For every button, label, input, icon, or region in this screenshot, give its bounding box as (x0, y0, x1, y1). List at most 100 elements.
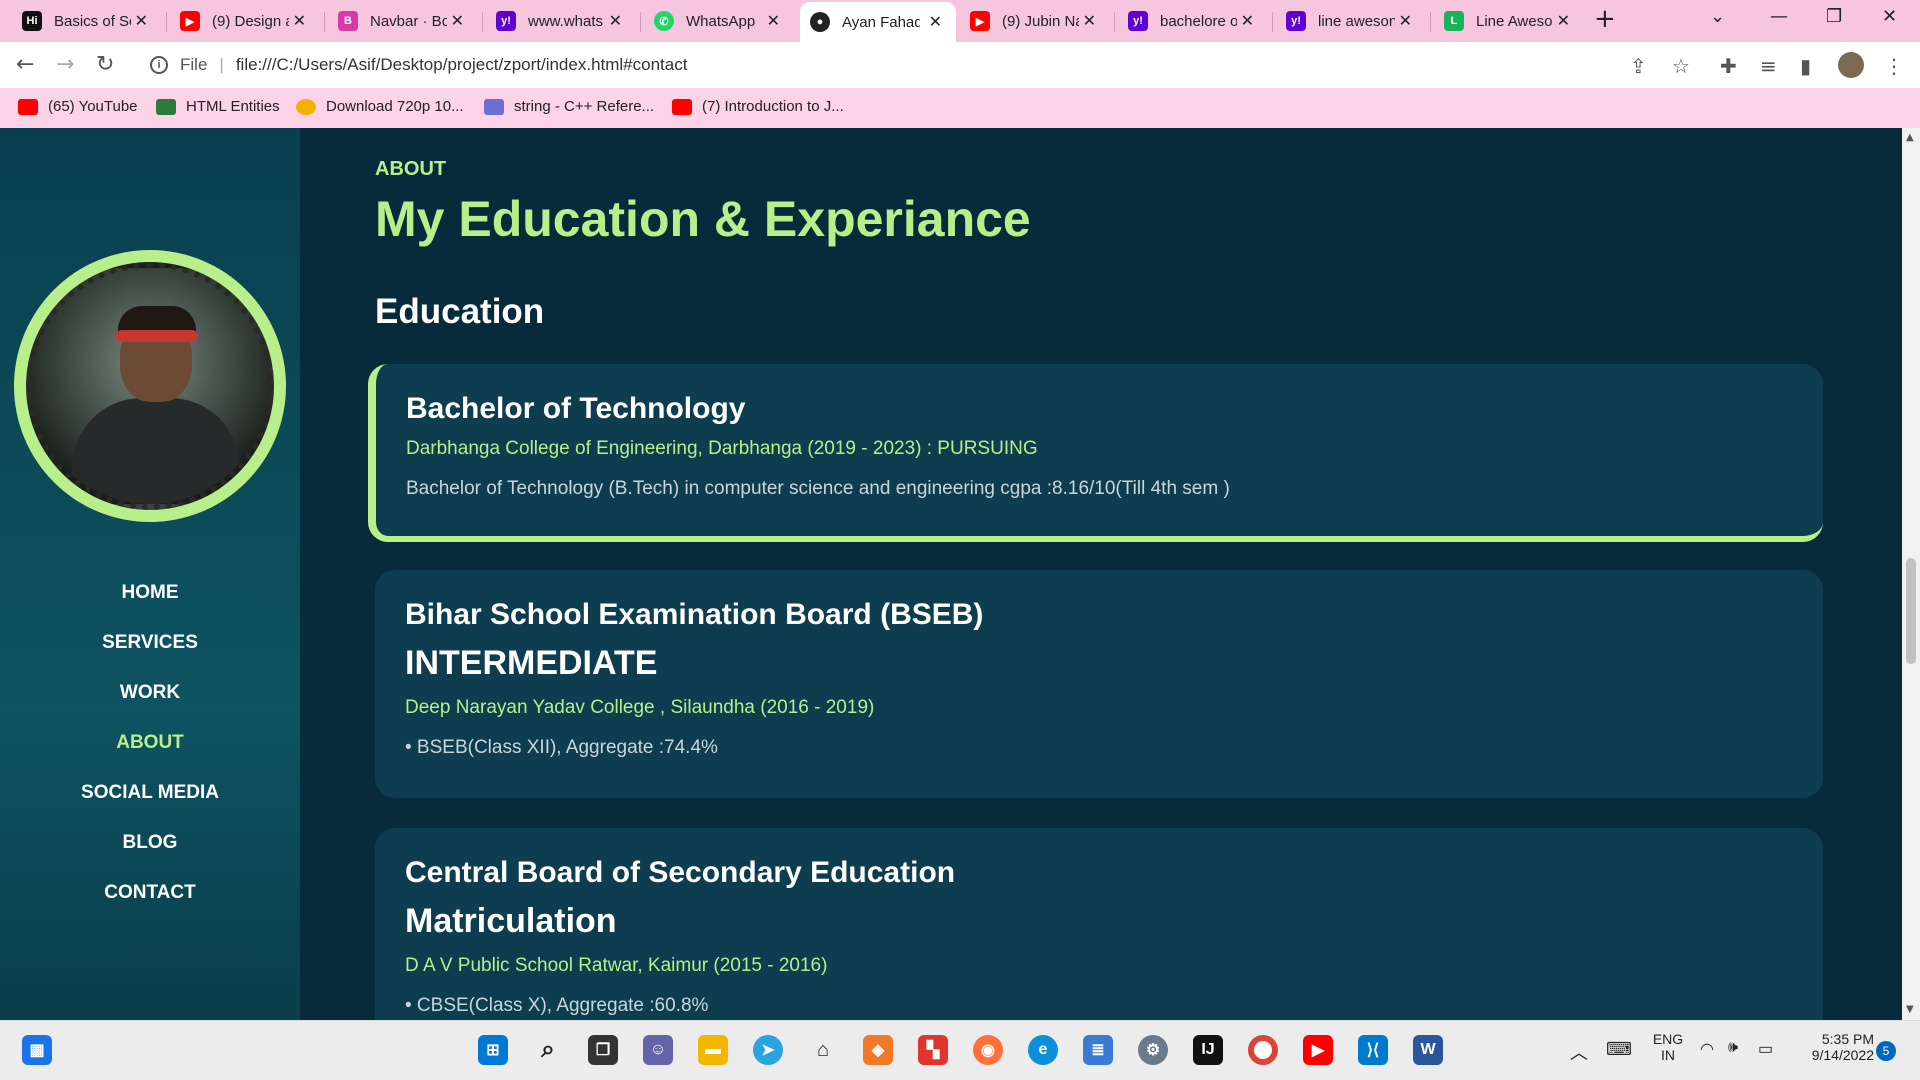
card-description: • BSEB(Class XII), Aggregate :74.4% (405, 737, 718, 758)
clock[interactable]: 5:35 PM 9/14/2022 (1794, 1031, 1874, 1063)
notepad-icon[interactable]: ≣ (1083, 1035, 1113, 1065)
back-arrow-icon[interactable]: ← (16, 52, 34, 77)
browser-tab-bar: Hi Basics of Se ✕ ▶ (9) Design a ✕ B Nav… (0, 0, 1920, 42)
app-colorful-icon[interactable]: ▚ (918, 1035, 948, 1065)
vscode-icon[interactable]: ⟩⟨ (1358, 1035, 1388, 1065)
input-language[interactable]: ENG IN (1648, 1031, 1688, 1063)
bookmark-download[interactable]: Download 720p 10... (296, 98, 464, 115)
address-bar[interactable]: i File | file:///C:/Users/Asif/Desktop/p… (138, 48, 1702, 82)
scrollbar-thumb[interactable] (1906, 558, 1916, 664)
tab-close-icon[interactable]: ✕ (131, 11, 152, 31)
tab-label: Navbar · Bo (370, 12, 447, 30)
settings-gear-icon[interactable]: ⚙ (1138, 1035, 1168, 1065)
restore-icon[interactable]: ❐ (1826, 6, 1842, 27)
tab-close-icon[interactable]: ✕ (1237, 11, 1258, 31)
forward-arrow-icon[interactable]: → (56, 52, 74, 77)
nav-contact[interactable]: CONTACT (0, 868, 300, 918)
whatsapp-icon: ✆ (654, 11, 674, 31)
battery-icon[interactable]: ▭ (1758, 1039, 1773, 1059)
bookmark-youtube[interactable]: (65) YouTube (18, 98, 138, 115)
media-queue-icon[interactable]: ≡ (1760, 54, 1777, 78)
notification-badge[interactable]: 5 (1876, 1041, 1896, 1061)
card-institution: D A V Public School Ratwar, Kaimur (2015… (405, 955, 828, 976)
scroll-down-icon[interactable]: ▼ (1906, 1004, 1914, 1015)
side-panel-icon[interactable]: ▮ (1800, 54, 1811, 78)
tab-close-icon[interactable]: ✕ (1395, 11, 1416, 31)
reload-icon[interactable]: ↻ (96, 52, 114, 77)
tab-line-awesome[interactable]: L Line Aweso ✕ (1434, 6, 1584, 36)
profile-photo (14, 250, 286, 522)
info-icon[interactable]: i (150, 56, 168, 74)
intellij-icon[interactable]: IJ (1193, 1035, 1223, 1065)
page-viewport: HOME SERVICES WORK ABOUT SOCIAL MEDIA BL… (0, 128, 1902, 1020)
nav-blog[interactable]: BLOG (0, 818, 300, 868)
tab-close-icon[interactable]: ✕ (289, 11, 310, 31)
tab-jubin[interactable]: ▶ (9) Jubin Na ✕ (960, 6, 1110, 36)
education-card-btech[interactable]: Bachelor of Technology Darbhanga College… (368, 364, 1823, 542)
volume-icon[interactable]: 🕪 (1728, 1039, 1738, 1057)
window-close-icon[interactable]: ✕ (1882, 6, 1897, 27)
menu-kebab-icon[interactable]: ⋮ (1884, 54, 1904, 78)
tab-close-icon[interactable]: ✕ (1079, 11, 1100, 31)
extensions-puzzle-icon[interactable]: ✚ (1720, 54, 1737, 78)
nav-services[interactable]: SERVICES (0, 618, 300, 668)
widgets-icon[interactable]: ▦ (22, 1035, 52, 1065)
show-hidden-icons-chevron-icon[interactable]: ︿ (1570, 1039, 1588, 1065)
nav-social-media[interactable]: SOCIAL MEDIA (0, 768, 300, 818)
keyboard-icon[interactable]: ⌨ (1606, 1039, 1632, 1060)
new-tab-icon[interactable]: + (1594, 4, 1616, 34)
chrome-icon[interactable] (1248, 1035, 1278, 1065)
tab-close-icon[interactable]: ✕ (925, 12, 946, 32)
url-text[interactable]: file:///C:/Users/Asif/Desktop/project/zp… (236, 55, 688, 75)
share-icon[interactable]: ⇪ (1630, 54, 1647, 78)
page-scrollbar[interactable]: ▲ ▼ (1902, 128, 1920, 1020)
bookmark-cpp-reference[interactable]: string - C++ Refere... (484, 98, 654, 115)
bookmark-star-icon[interactable]: ☆ (1672, 54, 1690, 78)
tab-close-icon[interactable]: ✕ (1553, 11, 1574, 31)
edge-icon[interactable]: e (1028, 1035, 1058, 1065)
nav-home[interactable]: HOME (0, 568, 300, 618)
tab-whatsapp[interactable]: ✆ WhatsApp ✕ (644, 6, 794, 36)
task-view-icon[interactable]: ❐ (588, 1035, 618, 1065)
store-bag-icon[interactable]: ⌂ (808, 1035, 838, 1065)
bookmark-introduction[interactable]: (7) Introduction to J... (672, 98, 844, 115)
section-eyebrow: ABOUT (375, 158, 447, 180)
tab-line-aweson[interactable]: y! line aweson ✕ (1276, 6, 1426, 36)
nav-about[interactable]: ABOUT (0, 718, 300, 768)
education-card-bseb[interactable]: Bihar School Examination Board (BSEB) IN… (375, 570, 1823, 798)
tab-ayan-fahad[interactable]: ● Ayan Fahad ✕ (800, 2, 956, 42)
tab-bachelore[interactable]: y! bachelore o ✕ (1118, 6, 1268, 36)
scroll-up-icon[interactable]: ▲ (1906, 132, 1914, 143)
minimize-icon[interactable]: — (1770, 6, 1788, 27)
tab-search-chevron-icon[interactable]: ⌄ (1710, 6, 1725, 27)
bookmark-html-entities[interactable]: HTML Entities (156, 98, 280, 115)
main-content: ABOUT My Education & Experiance Educatio… (300, 128, 1902, 1020)
telegram-icon[interactable]: ➤ (753, 1035, 783, 1065)
yahoo-icon: y! (1286, 11, 1306, 31)
tab-navbar[interactable]: B Navbar · Bo ✕ (328, 6, 478, 36)
page-title: My Education & Experiance (375, 191, 1031, 247)
tab-whats[interactable]: y! www.whats ✕ (486, 6, 636, 36)
tab-design[interactable]: ▶ (9) Design a ✕ (170, 6, 320, 36)
headband-shape (116, 330, 198, 342)
firefox-icon[interactable]: ◉ (973, 1035, 1003, 1065)
word-icon[interactable]: W (1413, 1035, 1443, 1065)
teams-chat-icon[interactable]: ☺ (643, 1035, 673, 1065)
youtube-icon[interactable]: ▶ (1303, 1035, 1333, 1065)
education-card-cbse[interactable]: Central Board of Secondary Education Mat… (375, 828, 1823, 1020)
tab-close-icon[interactable]: ✕ (447, 11, 468, 31)
profile-avatar[interactable] (1838, 52, 1864, 78)
tab-label: Basics of Se (54, 12, 131, 30)
start-windows-icon[interactable]: ⊞ (478, 1035, 508, 1065)
youtube-icon (18, 98, 38, 115)
browser-toolbar: ← → ↻ i File | file:///C:/Users/Asif/Des… (0, 42, 1920, 88)
tab-close-icon[interactable]: ✕ (763, 11, 784, 31)
file-explorer-icon[interactable]: ▬ (698, 1035, 728, 1065)
region-code: IN (1661, 1047, 1675, 1063)
search-icon[interactable]: ⌕ (533, 1035, 563, 1065)
tab-basics[interactable]: Hi Basics of Se ✕ (12, 6, 162, 36)
tab-close-icon[interactable]: ✕ (605, 11, 626, 31)
wifi-icon[interactable]: ◠ (1700, 1039, 1714, 1059)
app-orange-icon[interactable]: ◈ (863, 1035, 893, 1065)
nav-work[interactable]: WORK (0, 668, 300, 718)
